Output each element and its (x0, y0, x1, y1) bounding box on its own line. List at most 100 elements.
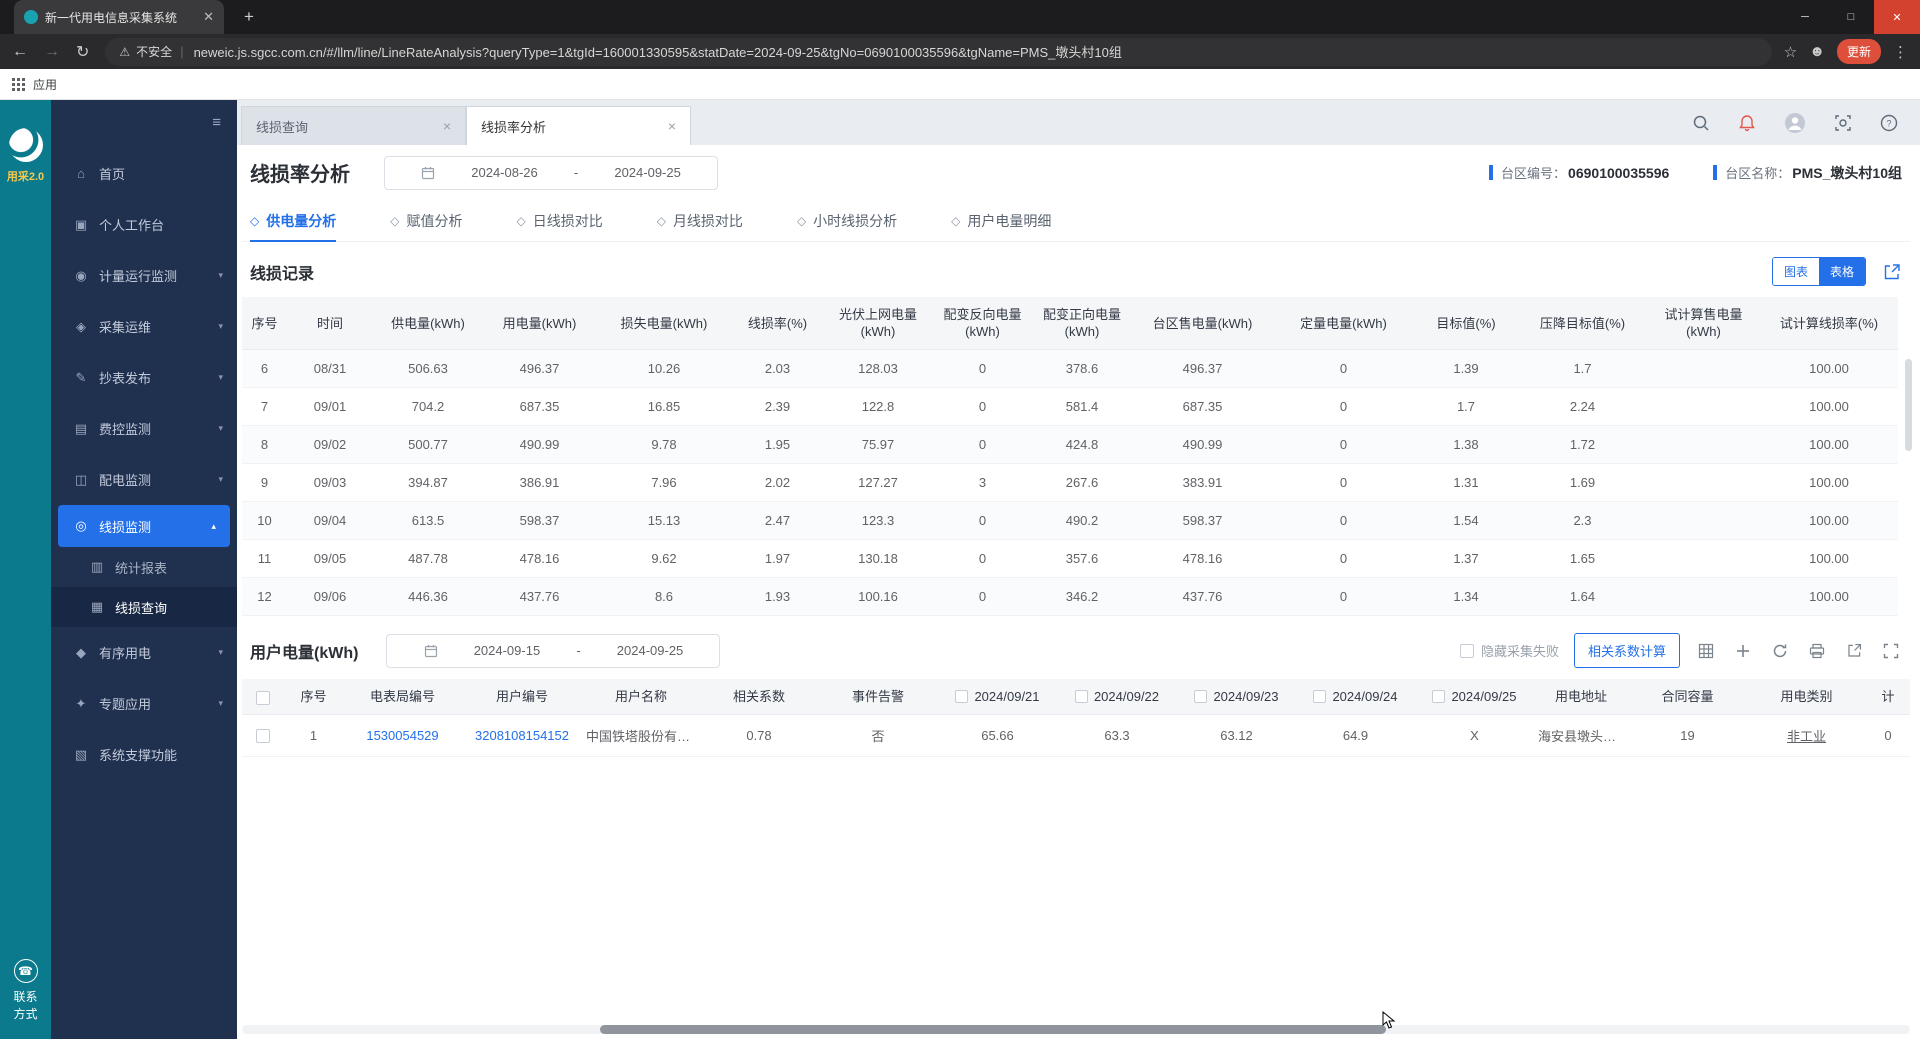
sidebar-item-fee-control[interactable]: ▤ 费控监测 ▾ (51, 403, 237, 454)
sidebar-item-meter-reading[interactable]: ✎ 抄表发布 ▾ (51, 352, 237, 403)
forward-icon[interactable]: → (44, 43, 60, 61)
refresh-icon[interactable]: ↻ (76, 42, 89, 62)
bell-icon[interactable] (1738, 114, 1756, 132)
app-shell: 用采2.0 ☎ 联系方式 ≡ ⌂ 首页 ▣ 个人工作台 ◉ 计量运行监测 ▾ ◈ (0, 100, 1920, 1039)
hide-failed-option[interactable]: 隐藏采集失败 (1460, 641, 1559, 660)
column-settings-icon[interactable] (1695, 640, 1717, 662)
diamond-icon: ◇ (951, 214, 960, 228)
table-cell: 8.6 (596, 578, 732, 616)
sidebar-item-system-support[interactable]: ▧ 系统支撑功能 (51, 729, 237, 780)
user-energy-table-wrap: 序号 电表局编号 用户编号 用户名称 相关系数 事件告警 2024/09/21 … (242, 679, 1910, 757)
table-view-button[interactable]: 表格 (1819, 258, 1865, 285)
subtab-daily-loss-compare[interactable]: ◇ 日线损对比 (516, 200, 602, 241)
user-date-range-input[interactable]: 2024-09-15 - 2024-09-25 (386, 634, 720, 668)
browser-tab[interactable]: 新一代用电信息采集系统 ✕ (14, 0, 224, 34)
meter-reading-icon: ✎ (73, 370, 89, 386)
sidebar-collapse-icon[interactable]: ≡ (212, 114, 221, 131)
table-row: 1009/04613.5598.3715.132.47123.30490.259… (242, 502, 1898, 540)
row-checkbox[interactable] (256, 729, 270, 743)
sidebar-item-orderly-power[interactable]: ◆ 有序用电 ▾ (51, 627, 237, 678)
subtab-user-energy-detail[interactable]: ◇ 用户电量明细 (951, 200, 1051, 241)
date-column-checkbox[interactable] (1075, 690, 1088, 703)
sidebar-item-label: 统计报表 (115, 558, 167, 577)
table-cell: 64.9 (1296, 715, 1415, 757)
url-bar[interactable]: ⚠ 不安全 | neweic.js.sgcc.com.cn/#/llm/line… (105, 38, 1771, 66)
date-column-checkbox[interactable] (1432, 690, 1445, 703)
sidebar-item-stat-report[interactable]: ▥ 统计报表 (51, 547, 237, 587)
close-icon[interactable]: ✕ (203, 9, 214, 25)
sidebar-item-special-apps[interactable]: ✦ 专题应用 ▾ (51, 678, 237, 729)
select-all-checkbox[interactable] (256, 691, 270, 705)
date-end-value[interactable]: 2024-09-25 (614, 165, 681, 180)
subtab-supply-analysis[interactable]: ◇ 供电量分析 (250, 200, 336, 241)
export-icon[interactable] (1843, 640, 1865, 662)
apps-grid-icon[interactable] (12, 78, 25, 91)
refresh-icon[interactable] (1769, 640, 1791, 662)
subtab-assignment-analysis[interactable]: ◇ 赋值分析 (390, 200, 462, 241)
export-icon[interactable] (1882, 262, 1902, 282)
table-cell: 1.7 (1518, 350, 1647, 388)
table-cell (1647, 464, 1760, 502)
sidebar-item-workbench[interactable]: ▣ 个人工作台 (51, 199, 237, 250)
table-cell: 0 (933, 350, 1032, 388)
add-icon[interactable] (1732, 640, 1754, 662)
subtab-monthly-loss-compare[interactable]: ◇ 月线损对比 (657, 200, 743, 241)
sidebar-item-distribution-monitor[interactable]: ◫ 配电监测 ▾ (51, 454, 237, 505)
fullscreen-icon[interactable] (1880, 640, 1902, 662)
minimize-button[interactable]: ─ (1782, 0, 1828, 34)
date-start-value[interactable]: 2024-08-26 (471, 165, 538, 180)
close-icon[interactable]: × (443, 118, 451, 134)
sidebar-item-metering-monitor[interactable]: ◉ 计量运行监测 ▾ (51, 250, 237, 301)
table-cell: 09/05 (287, 540, 373, 578)
tab-line-loss-query[interactable]: 线损查询 × (241, 106, 466, 145)
back-icon[interactable]: ← (12, 43, 28, 61)
table-cell: 63.3 (1057, 715, 1177, 757)
table-cell: 1.34 (1414, 578, 1518, 616)
apps-bookmark[interactable]: 应用 (33, 76, 57, 93)
correlation-calc-button[interactable]: 相关系数计算 (1574, 633, 1680, 668)
browser-update-button[interactable]: 更新 (1837, 39, 1881, 64)
avatar[interactable] (1784, 112, 1806, 134)
table-cell: 506.63 (373, 350, 483, 388)
date-end-value[interactable]: 2024-09-25 (617, 643, 684, 658)
screen-capture-icon[interactable] (1834, 114, 1852, 132)
tab-line-loss-analysis[interactable]: 线损率分析 × (466, 106, 691, 145)
meter-no-link[interactable]: 1530054529 (366, 728, 438, 743)
user-no-link[interactable]: 3208108154152 (475, 728, 569, 743)
column-header: 光伏上网电量 (kWh) (823, 297, 933, 350)
table-cell: 1.64 (1518, 578, 1647, 616)
sidebar-item-home[interactable]: ⌂ 首页 (51, 148, 237, 199)
table-cell: 1.65 (1518, 540, 1647, 578)
hide-failed-checkbox[interactable] (1460, 644, 1474, 658)
help-icon[interactable]: ? (1880, 114, 1898, 132)
browser-titlebar: 新一代用电信息采集系统 ✕ + ─ □ ✕ (0, 0, 1920, 34)
window-close-button[interactable]: ✕ (1874, 0, 1920, 34)
chart-view-button[interactable]: 图表 (1773, 258, 1819, 285)
browser-addressbar: ← → ↻ ⚠ 不安全 | neweic.js.sgcc.com.cn/#/ll… (0, 34, 1920, 69)
search-icon[interactable] (1692, 114, 1710, 132)
contact-block[interactable]: ☎ 联系方式 (0, 959, 51, 1023)
chevron-down-icon: ▾ (218, 321, 223, 332)
date-column-checkbox[interactable] (1194, 690, 1207, 703)
horizontal-scrollbar-thumb[interactable] (600, 1025, 1386, 1034)
bookmark-star-icon[interactable]: ☆ (1784, 43, 1797, 61)
sidebar-item-collection-ops[interactable]: ◈ 采集运维 ▾ (51, 301, 237, 352)
date-separator: - (576, 643, 580, 658)
profile-icon[interactable]: ☻ (1809, 43, 1825, 60)
maximize-button[interactable]: □ (1828, 0, 1874, 34)
analysis-date-range-input[interactable]: 2024-08-26 - 2024-09-25 (384, 156, 718, 190)
horizontal-scrollbar-track[interactable] (242, 1025, 1910, 1034)
subtab-hourly-loss-analysis[interactable]: ◇ 小时线损分析 (797, 200, 897, 241)
vertical-scrollbar[interactable] (1905, 359, 1912, 451)
date-column-checkbox[interactable] (1313, 690, 1326, 703)
date-column-checkbox[interactable] (955, 690, 968, 703)
print-icon[interactable] (1806, 640, 1828, 662)
date-start-value[interactable]: 2024-09-15 (474, 643, 541, 658)
new-tab-button[interactable]: + (236, 7, 262, 27)
sidebar-item-line-loss-monitor[interactable]: ◎ 线损监测 ▴ (58, 505, 230, 547)
browser-menu-icon[interactable]: ⋮ (1893, 43, 1908, 61)
sidebar-item-label: 线损监测 (99, 517, 151, 536)
close-icon[interactable]: × (668, 118, 676, 134)
table-cell: 100.00 (1760, 350, 1898, 388)
sidebar-item-line-loss-query[interactable]: ▦ 线损查询 (51, 587, 237, 627)
